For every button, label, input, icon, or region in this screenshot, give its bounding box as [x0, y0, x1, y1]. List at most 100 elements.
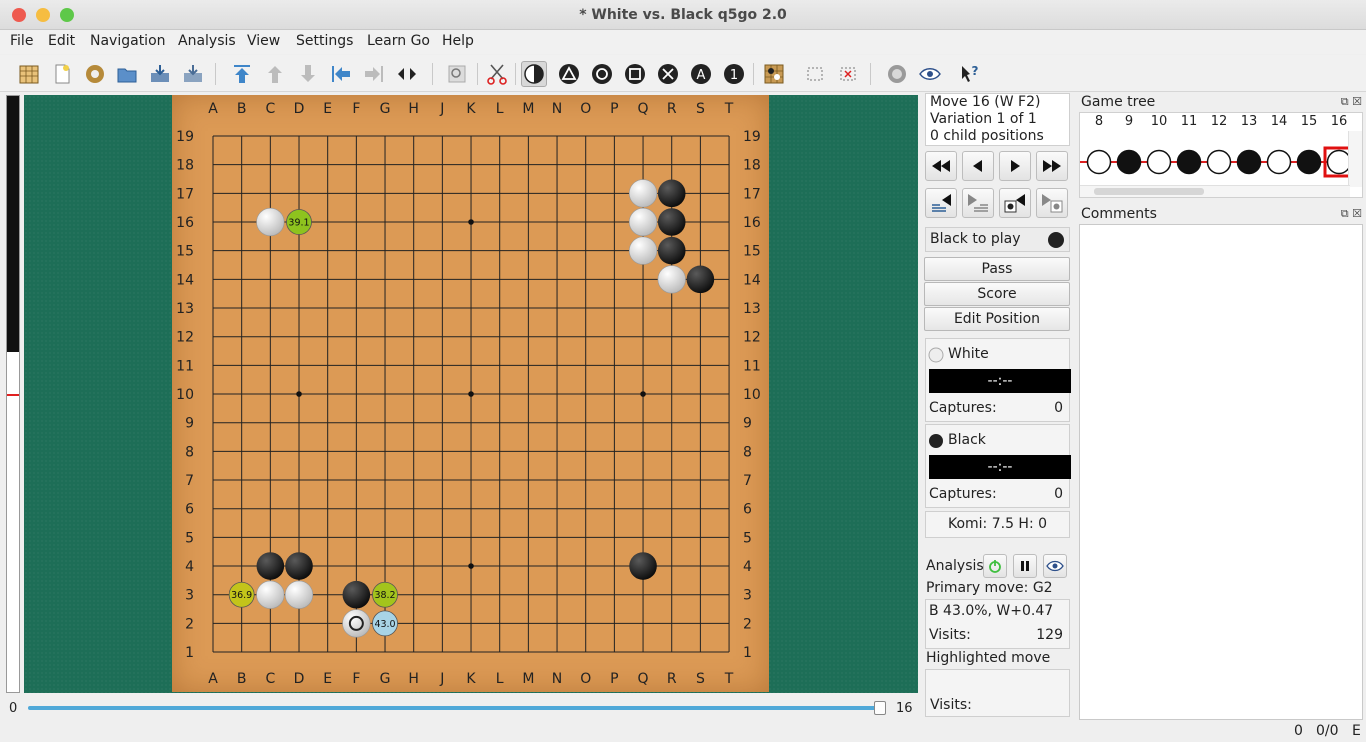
new-file-icon[interactable] — [49, 61, 75, 87]
comments-textarea[interactable] — [1079, 224, 1363, 720]
game-tree-node[interactable] — [1116, 149, 1142, 175]
game-tree-node[interactable] — [1296, 149, 1322, 175]
white-stone-icon — [928, 347, 944, 363]
row-label-right: 17 — [743, 186, 761, 202]
triangle-mark-icon[interactable] — [556, 61, 582, 87]
right-dock: Game tree ⧉ ☒ 8 9 10 11 12 13 14 15 16 Comments … — [1077, 93, 1366, 720]
territory-icon[interactable] — [761, 61, 787, 87]
menu-help[interactable]: Help — [442, 33, 474, 49]
score-button[interactable]: Score — [924, 282, 1070, 306]
game-tree-node[interactable] — [1236, 149, 1262, 175]
next-move-icon[interactable] — [295, 61, 321, 87]
analysis-hint-label: 43.0 — [374, 619, 395, 630]
menu-view[interactable]: View — [247, 33, 280, 49]
save-as-icon[interactable] — [180, 61, 206, 87]
game-tree-node[interactable] — [1326, 149, 1351, 175]
select-rectangle-icon[interactable] — [802, 61, 828, 87]
row-label-left: 16 — [176, 215, 194, 231]
column-label-top: S — [696, 101, 705, 117]
game-tree-nodes[interactable] — [1080, 131, 1350, 187]
menu-analysis[interactable]: Analysis — [178, 33, 236, 49]
title-bar: * White vs. Black q5go 2.0 — [0, 0, 1366, 30]
row-label-right: 4 — [743, 559, 752, 575]
whats-this-icon[interactable]: ? — [957, 61, 983, 87]
row-label-left: 6 — [185, 502, 194, 518]
previous-move-icon[interactable] — [262, 61, 288, 87]
move-slider-handle[interactable] — [874, 701, 886, 715]
next-mark-button[interactable] — [1036, 188, 1068, 218]
column-label-top: B — [237, 101, 247, 117]
game-tree-vscroll[interactable] — [1348, 131, 1362, 187]
square-mark-icon[interactable] — [622, 61, 648, 87]
game-tree-title: Game tree — [1081, 94, 1156, 110]
menu-file[interactable]: File — [10, 33, 33, 49]
game-tree-node[interactable] — [1176, 149, 1202, 175]
cross-mark-icon[interactable] — [655, 61, 681, 87]
search-icon[interactable] — [444, 61, 470, 87]
analysis-pause-button[interactable] — [1013, 554, 1037, 578]
column-label-bottom: E — [323, 671, 332, 687]
comments-dock-buttons[interactable]: ⧉ ☒ — [1341, 207, 1362, 221]
move-slider[interactable] — [28, 706, 884, 710]
save-icon[interactable] — [147, 61, 173, 87]
forward-button[interactable] — [999, 151, 1031, 181]
game-tree-hscroll[interactable] — [1080, 185, 1350, 197]
previous-variation-icon[interactable] — [328, 61, 354, 87]
analysis-hint-label: 39.1 — [288, 218, 309, 229]
menu-navigation[interactable]: Navigation — [90, 33, 166, 49]
sound-icon[interactable] — [884, 61, 910, 87]
last-move-button[interactable] — [1036, 151, 1068, 181]
eye-icon[interactable] — [917, 61, 943, 87]
clear-selection-icon[interactable] — [835, 61, 861, 87]
row-label-left: 1 — [185, 645, 194, 661]
letter-mark-icon[interactable]: A — [688, 61, 714, 87]
previous-comment-button[interactable] — [925, 188, 957, 218]
analysis-eye-button[interactable] — [1043, 554, 1067, 578]
menu-settings[interactable]: Settings — [296, 33, 353, 49]
column-label-top: J — [439, 101, 444, 117]
black-stone — [629, 552, 657, 580]
row-label-left: 10 — [176, 387, 194, 403]
circle-mark-icon[interactable] — [589, 61, 615, 87]
column-label-top: T — [724, 101, 734, 117]
new-board-icon[interactable] — [16, 61, 42, 87]
first-move-button[interactable] — [925, 151, 957, 181]
app-window: * White vs. Black q5go 2.0 File Edit Nav… — [0, 0, 1366, 742]
menu-learn-go[interactable]: Learn Go — [367, 33, 430, 49]
cut-icon[interactable] — [484, 61, 510, 87]
game-tree-move-number: 11 — [1180, 114, 1198, 129]
variation-select-icon[interactable] — [394, 61, 420, 87]
star-point — [468, 219, 474, 225]
gogame-icon[interactable] — [82, 61, 108, 87]
status-bar: 0 0/0 E — [0, 720, 1366, 742]
game-tree-view[interactable]: 8 9 10 11 12 13 14 15 16 — [1079, 112, 1363, 198]
game-tree-dock-buttons[interactable]: ⧉ ☒ — [1341, 95, 1362, 109]
previous-mark-button[interactable] — [999, 188, 1031, 218]
game-tree-node[interactable] — [1266, 149, 1292, 175]
board-canvas[interactable]: AABBCCDDEEFFGGHHJJKKLLMMNNOOPPQQRRSSTT19… — [172, 95, 769, 692]
game-tree-node[interactable] — [1146, 149, 1172, 175]
row-label-left: 2 — [185, 616, 194, 632]
menu-edit[interactable]: Edit — [48, 33, 75, 49]
column-label-top: G — [380, 101, 391, 117]
first-move-icon[interactable] — [229, 61, 255, 87]
back-button[interactable] — [962, 151, 994, 181]
window-title: * White vs. Black q5go 2.0 — [579, 7, 787, 23]
play-mode-icon[interactable] — [521, 61, 547, 87]
number-mark-icon[interactable]: 1 — [721, 61, 747, 87]
next-variation-icon[interactable] — [361, 61, 387, 87]
game-tree-move-number: 10 — [1150, 114, 1168, 129]
column-label-top: M — [522, 101, 534, 117]
next-comment-button[interactable] — [962, 188, 994, 218]
row-label-left: 13 — [176, 301, 194, 317]
pass-button[interactable]: Pass — [924, 257, 1070, 281]
white-stone — [628, 236, 658, 265]
edit-position-button[interactable]: Edit Position — [924, 307, 1070, 331]
open-folder-icon[interactable] — [114, 61, 140, 87]
game-tree-node[interactable] — [1206, 149, 1232, 175]
game-tree-node[interactable] — [1086, 149, 1112, 175]
column-label-bottom: C — [265, 671, 275, 687]
go-board[interactable]: A A B B C C D D E E F F G G H H J J K K L L M M N N O O P P Q Q R R S S T T 19… — [172, 95, 769, 692]
analysis-power-button[interactable] — [983, 554, 1007, 578]
black-stone — [657, 179, 686, 208]
